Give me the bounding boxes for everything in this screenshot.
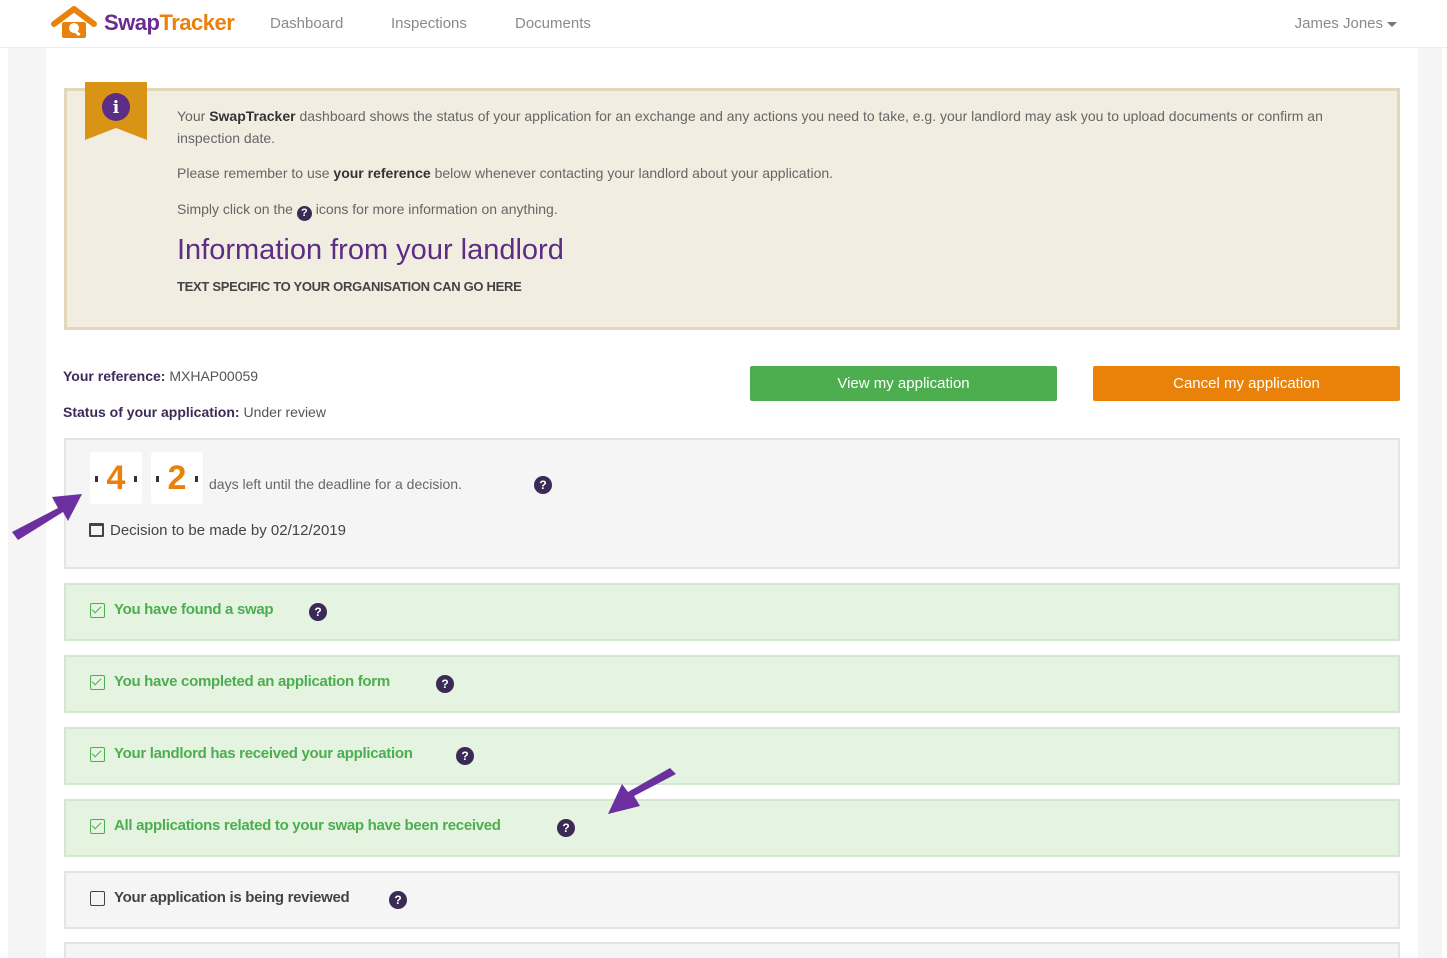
step-all-applications: All applications related to your swap ha…	[64, 799, 1400, 857]
help-icon[interactable]: ?	[534, 476, 552, 494]
step-found-swap: You have found a swap ?	[64, 583, 1400, 641]
checkbox-unchecked-icon	[90, 891, 105, 906]
house-logo-icon	[51, 6, 97, 38]
swaptracker-logo[interactable]: SwapTracker	[50, 5, 235, 41]
brand-name: SwapTracker	[104, 10, 235, 35]
info-ribbon-icon: i	[85, 82, 147, 140]
calendar-icon	[89, 523, 104, 537]
step-label: Your landlord has received your applicat…	[114, 745, 413, 762]
landlord-info-heading: Information from your landlord	[177, 234, 564, 266]
help-icon[interactable]: ?	[309, 603, 327, 621]
step-label: All applications related to your swap ha…	[114, 817, 501, 834]
cancel-application-button[interactable]: Cancel my application	[1093, 366, 1400, 401]
checkbox-checked-icon	[90, 819, 105, 834]
step-label: You have completed an application form	[114, 673, 390, 690]
help-icon: ?	[296, 206, 312, 221]
reference-line: Your reference: MXHAP00059	[63, 368, 259, 384]
step-next-partial	[64, 942, 1400, 958]
info-intro-text: Your SwapTracker dashboard shows the sta…	[177, 108, 1323, 146]
help-icon[interactable]: ?	[436, 675, 454, 693]
svg-text:i: i	[113, 98, 120, 118]
organisation-text: TEXT SPECIFIC TO YOUR ORGANISATION CAN G…	[177, 279, 522, 294]
status-line: Status of your application: Under review	[63, 404, 326, 420]
checkbox-checked-icon	[90, 603, 105, 618]
help-icon[interactable]: ?	[456, 747, 474, 765]
step-landlord-received: Your landlord has received your applicat…	[64, 727, 1400, 785]
decision-date: Decision to be made by 02/12/2019	[110, 522, 346, 539]
annotation-arrow-icon	[608, 768, 676, 814]
nav-documents[interactable]: Documents	[515, 15, 591, 32]
countdown-digit: 2	[151, 452, 203, 504]
reference-value: MXHAP00059	[169, 368, 259, 384]
countdown-panel	[64, 438, 1400, 569]
step-label: You have found a swap	[114, 601, 274, 618]
countdown-text: days left until the deadline for a decis…	[209, 476, 462, 492]
top-navbar: SwapTracker Dashboard Inspections Docume…	[0, 0, 1447, 48]
step-application-form: You have completed an application form ?	[64, 655, 1400, 713]
status-value: Under review	[243, 404, 326, 420]
view-application-button[interactable]: View my application	[750, 366, 1057, 401]
countdown-digit: 4	[90, 452, 142, 504]
help-icon[interactable]: ?	[557, 819, 575, 837]
nav-inspections[interactable]: Inspections	[391, 15, 467, 32]
annotation-arrow-icon	[12, 494, 82, 540]
help-icon[interactable]: ?	[389, 891, 407, 909]
user-menu[interactable]: James Jones	[1295, 15, 1397, 32]
step-label: Your application is being reviewed	[114, 889, 350, 906]
info-help-text: Simply click on the ? icons for more inf…	[177, 201, 558, 221]
step-being-reviewed: Your application is being reviewed ?	[64, 871, 1400, 929]
checkbox-checked-icon	[90, 675, 105, 690]
checkbox-checked-icon	[90, 747, 105, 762]
user-name: James Jones	[1294, 15, 1383, 32]
info-reference-text: Please remember to use your reference be…	[177, 165, 834, 181]
chevron-down-icon	[1387, 21, 1397, 27]
nav-dashboard[interactable]: Dashboard	[270, 15, 343, 32]
